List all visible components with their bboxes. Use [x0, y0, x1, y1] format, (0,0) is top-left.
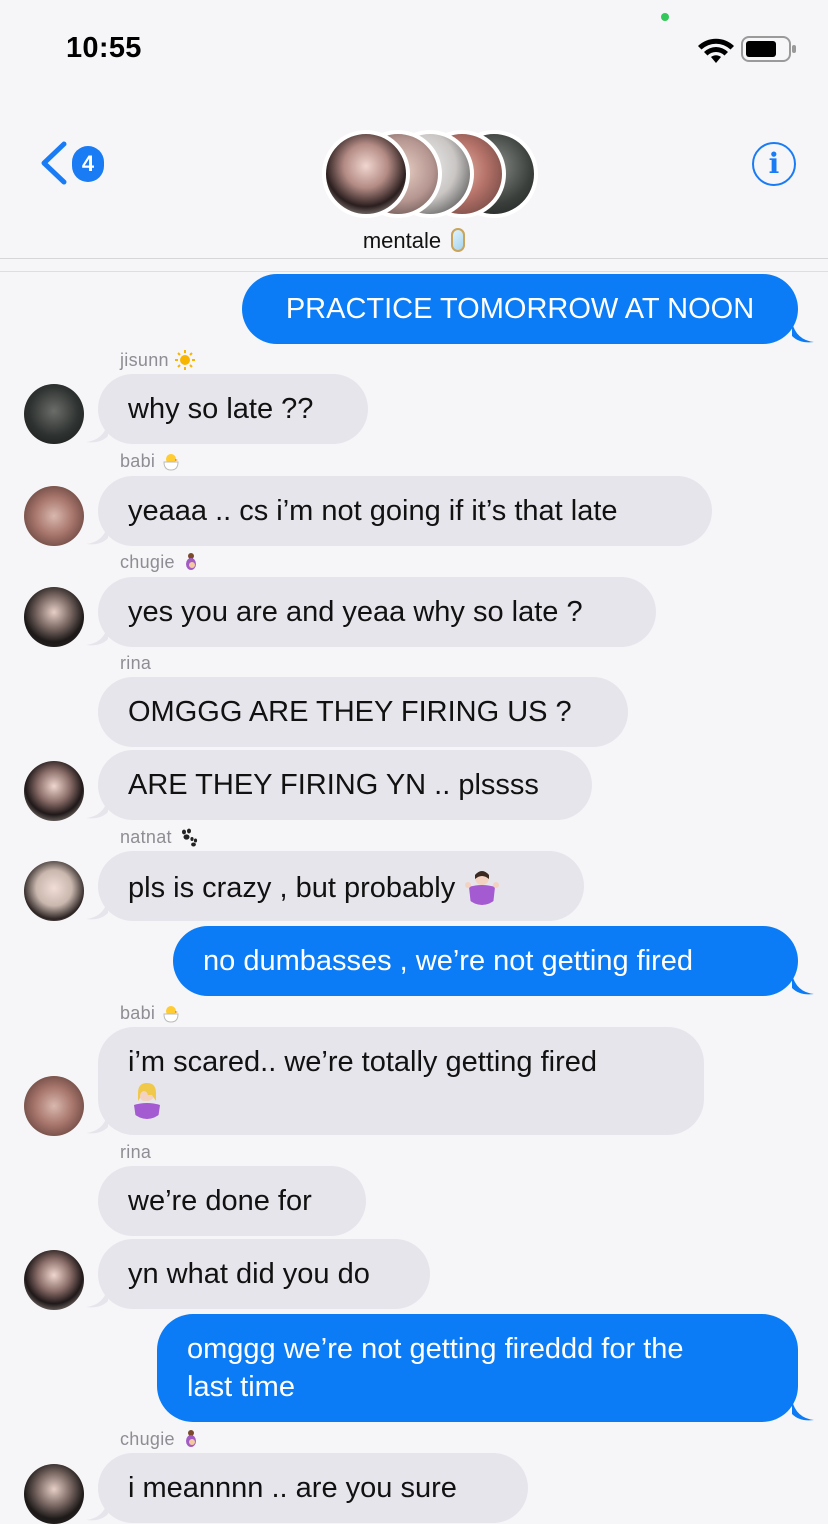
message-bubble-incoming[interactable]: OMGGG ARE THEY FIRING US ? [98, 677, 628, 747]
sender-name-text: chugie [120, 552, 175, 572]
bubble-tail [86, 1113, 108, 1134]
message-text: pls is crazy , but probably [128, 872, 456, 904]
message-bubble-incoming[interactable]: yeaaa .. cs i’m not going if it’s that l… [98, 476, 712, 546]
sender-name: natnat [120, 827, 198, 848]
hatching-chick-icon [163, 454, 179, 471]
avatar[interactable] [24, 486, 84, 546]
avatar[interactable] [24, 861, 84, 921]
unread-count-badge[interactable]: 4 [72, 146, 104, 182]
wifi-icon [698, 38, 734, 63]
pregnant-person-icon [185, 1430, 196, 1447]
bubble-tail [86, 1287, 108, 1308]
sender-name-text: rina [120, 653, 152, 673]
message-bubble-incoming[interactable]: i meannnn .. are you sure [98, 1453, 528, 1523]
group-avatar-stack[interactable] [322, 130, 542, 220]
message-text: i’m scared.. we’re totally getting fired [128, 1046, 598, 1078]
avatar[interactable] [24, 1076, 84, 1136]
message-bubble-incoming[interactable]: we’re done for [98, 1166, 366, 1236]
shrugging-person-icon [465, 871, 500, 905]
bubble-tail [792, 1400, 814, 1421]
sender-name-text: natnat [120, 827, 172, 847]
message-bubble-incoming[interactable]: yes you are and yeaa why so late ? [98, 577, 656, 647]
bubble-tail [86, 524, 108, 545]
sender-name: rina [120, 1142, 151, 1163]
pregnant-person-icon [185, 553, 196, 570]
facepalm-icon [134, 1083, 160, 1119]
back-chevron-icon[interactable] [36, 140, 70, 186]
message-bubble-outgoing[interactable]: PRACTICE TOMORROW AT NOON [242, 274, 798, 344]
sender-name: jisunn [120, 350, 195, 371]
bubble-tail [86, 1500, 108, 1521]
sender-name-text: babi [120, 1003, 156, 1023]
group-avatar [322, 130, 410, 218]
sender-name-text: babi [120, 451, 156, 471]
avatar[interactable] [24, 1250, 84, 1310]
message-bubble-incoming[interactable]: why so late ?? [98, 374, 368, 444]
sun-icon [174, 350, 195, 370]
header-divider [0, 258, 828, 259]
sender-name-text: jisunn [120, 350, 169, 370]
sender-name: babi [120, 451, 181, 472]
message-bubble-incoming[interactable]: yn what did you do [98, 1239, 430, 1309]
message-bubble-outgoing[interactable]: no dumbasses , we’re not getting fired [173, 926, 798, 996]
bubble-tail [792, 974, 814, 995]
bubble-tail [792, 322, 814, 343]
sender-name-text: chugie [120, 1429, 175, 1449]
hatching-chick-icon [163, 1006, 179, 1023]
message-bubble-incoming[interactable]: ARE THEY FIRING YN .. plssss [98, 750, 592, 820]
paw-prints-icon [181, 828, 197, 847]
avatar[interactable] [24, 1464, 84, 1524]
mirror-icon [451, 228, 466, 252]
group-name[interactable]: mentale [0, 228, 828, 254]
header-divider [0, 271, 828, 272]
avatar[interactable] [24, 587, 84, 647]
avatar[interactable] [24, 384, 84, 444]
message-bubble-outgoing[interactable]: omggg we’re not getting fireddd for the … [157, 1314, 798, 1422]
info-button[interactable]: i [752, 142, 796, 186]
sender-name-text: rina [120, 1142, 152, 1162]
avatar[interactable] [24, 761, 84, 821]
sender-name: babi [120, 1003, 181, 1024]
status-time: 10:55 [66, 32, 142, 64]
bubble-tail [86, 798, 108, 819]
message-bubble-incoming[interactable]: i’m scared.. we’re totally getting fired [98, 1027, 704, 1135]
bubble-tail [86, 625, 108, 646]
battery-icon [741, 36, 796, 62]
sender-name: chugie [120, 1429, 201, 1450]
bubble-tail [86, 422, 108, 443]
message-bubble-incoming[interactable]: pls is crazy , but probably [98, 851, 584, 921]
sender-name: rina [120, 653, 151, 674]
bubble-tail [86, 899, 108, 920]
group-name-text: mentale [362, 228, 442, 253]
sender-name: chugie [120, 552, 201, 573]
camera-indicator-dot [661, 13, 669, 21]
